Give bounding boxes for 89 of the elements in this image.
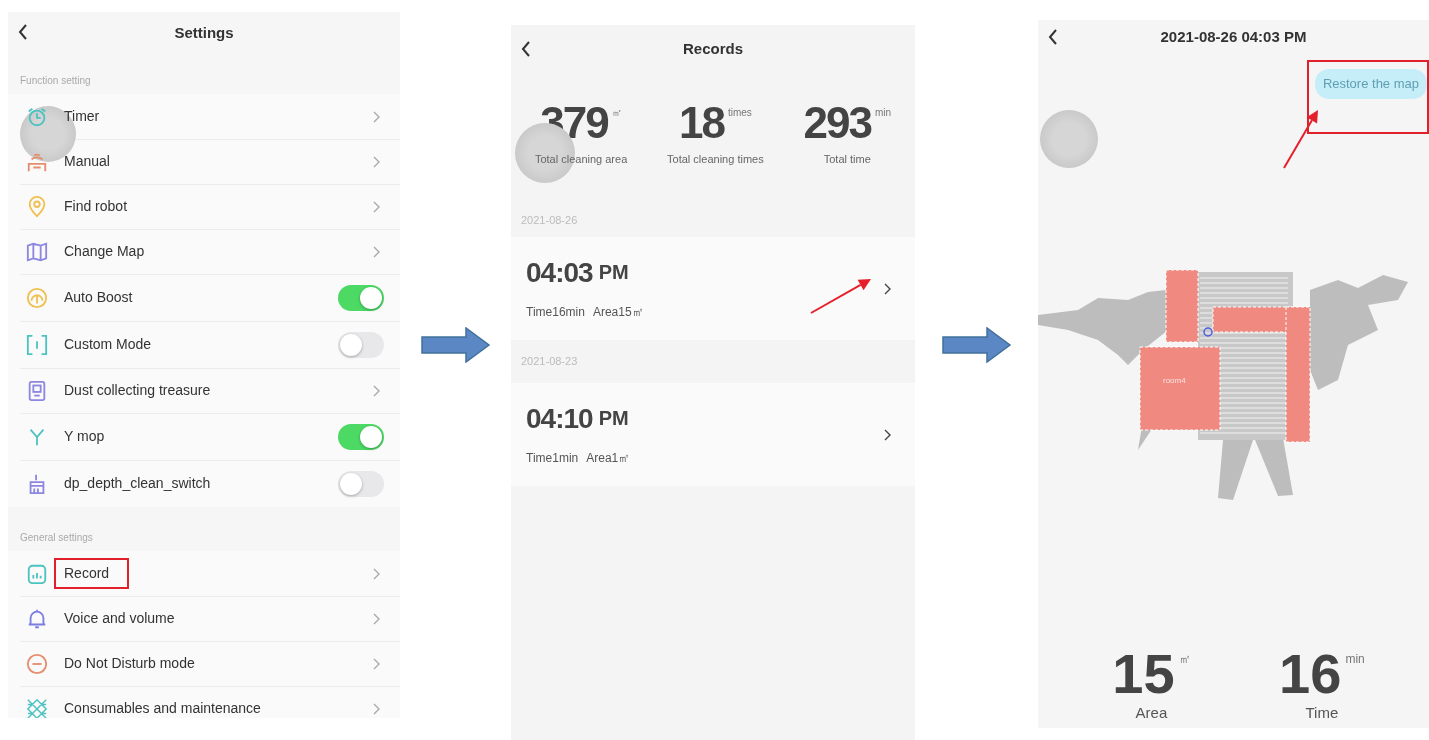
stat-unit: times: [727, 106, 752, 120]
record-period: PM: [598, 259, 629, 285]
screen-title: Settings: [174, 22, 234, 43]
gauge-icon: [26, 286, 48, 309]
clock-icon: [26, 105, 48, 128]
record-duration: Time1min: [526, 449, 579, 467]
record-duration: Time16min: [526, 303, 585, 321]
row-label: Y mop: [64, 427, 105, 446]
chevron-icon: [373, 702, 380, 715]
stat-label: Total time: [823, 152, 871, 167]
row-label: Custom Mode: [64, 335, 152, 354]
record-period: PM: [598, 405, 629, 431]
chevron-icon: [373, 245, 380, 258]
settings-row[interactable]: Change Map: [8, 229, 400, 274]
stat-label: Total cleaning area: [534, 152, 628, 167]
back-icon[interactable]: [1048, 29, 1058, 45]
section-header: Function setting: [20, 74, 91, 88]
bin-icon: [26, 379, 48, 402]
settings-row[interactable]: Custom Mode: [8, 321, 400, 368]
row-label: Do Not Disturb mode: [64, 654, 195, 673]
settings-row[interactable]: Consumables and maintenance: [8, 686, 400, 718]
row-label: Record: [54, 558, 130, 589]
row-label: Consumables and maintenance: [64, 699, 261, 718]
row-label: Find robot: [64, 197, 128, 216]
settings-row[interactable]: Record: [8, 551, 400, 596]
record-time: 04:03: [526, 258, 593, 287]
bell-icon: [26, 607, 48, 630]
date-label: 2021-08-26: [520, 212, 578, 228]
flow-arrow: [941, 327, 1012, 363]
flow-arrow: [420, 327, 491, 363]
room-label: room4: [1163, 376, 1186, 385]
record-card[interactable]: 04:03 PM Time16min Area15㎡: [511, 237, 915, 340]
back-icon[interactable]: [18, 24, 28, 40]
settings-row[interactable]: dp_depth_clean_switch: [8, 460, 400, 507]
chevron-icon: [373, 384, 380, 397]
stat-label: Area: [1135, 702, 1168, 723]
toggle-switch[interactable]: [338, 284, 384, 311]
map-icon: [26, 240, 48, 263]
chart-document-icon: [26, 562, 48, 585]
record-card[interactable]: 04:10 PM Time1min Area1㎡: [511, 383, 915, 486]
chevron-icon: [884, 428, 891, 441]
location-pin-icon: [26, 195, 48, 218]
crosshatch-icon: [26, 697, 48, 718]
screen-title: Records: [683, 38, 743, 59]
row-label: Voice and volume: [64, 609, 175, 628]
chevron-icon: [373, 612, 380, 625]
stat-unit: ㎡: [1178, 650, 1191, 668]
row-label: Dust collecting treasure: [64, 381, 211, 400]
row-label: Timer: [64, 107, 100, 126]
back-icon[interactable]: [521, 41, 531, 57]
record-area: Area1㎡: [586, 448, 631, 467]
stat-value: 18: [678, 101, 724, 145]
stat-label: Total cleaning times: [667, 152, 764, 167]
row-label: Manual: [64, 152, 110, 171]
record-time: 04:10: [526, 404, 593, 433]
chevron-icon: [884, 282, 891, 295]
settings-row[interactable]: Find robot: [8, 184, 400, 229]
toggle-switch[interactable]: [338, 331, 384, 358]
date-label: 2021-08-23: [520, 354, 578, 370]
settings-row[interactable]: Manual: [8, 139, 400, 184]
settings-row[interactable]: Auto Boost: [8, 274, 400, 321]
stat-value: 16: [1279, 645, 1342, 702]
toggle-switch[interactable]: [338, 470, 384, 497]
bracket-icon: [26, 333, 48, 356]
annotation-arrow: [809, 277, 873, 315]
screen-title: 2021-08-26 04:03 PM: [1160, 26, 1307, 47]
chevron-icon: [373, 155, 380, 168]
chevron-icon: [373, 110, 380, 123]
settings-row[interactable]: Timer: [8, 94, 400, 139]
settings-row[interactable]: Dust collecting treasure: [8, 368, 400, 413]
minus-circle-icon: [26, 652, 48, 675]
stat-value: 15: [1112, 645, 1175, 702]
stat-unit: ㎡: [611, 106, 622, 120]
row-label: Change Map: [64, 242, 145, 261]
settings-row[interactable]: Voice and volume: [8, 596, 400, 641]
chevron-icon: [373, 657, 380, 670]
record-area: Area15㎡: [592, 302, 644, 321]
stat-unit: min: [1345, 650, 1365, 668]
toggle-switch[interactable]: [338, 423, 384, 450]
section-header: General settings: [20, 531, 93, 545]
settings-row[interactable]: Do Not Disturb mode: [8, 641, 400, 686]
stat-unit: min: [874, 106, 892, 120]
row-label: dp_depth_clean_switch: [64, 474, 211, 493]
row-label: Auto Boost: [64, 288, 133, 307]
stat-value: 293: [803, 101, 871, 145]
stat-label: Time: [1305, 702, 1339, 723]
settings-row[interactable]: Y mop: [8, 413, 400, 460]
chevron-icon: [373, 200, 380, 213]
chevron-icon: [373, 567, 380, 580]
